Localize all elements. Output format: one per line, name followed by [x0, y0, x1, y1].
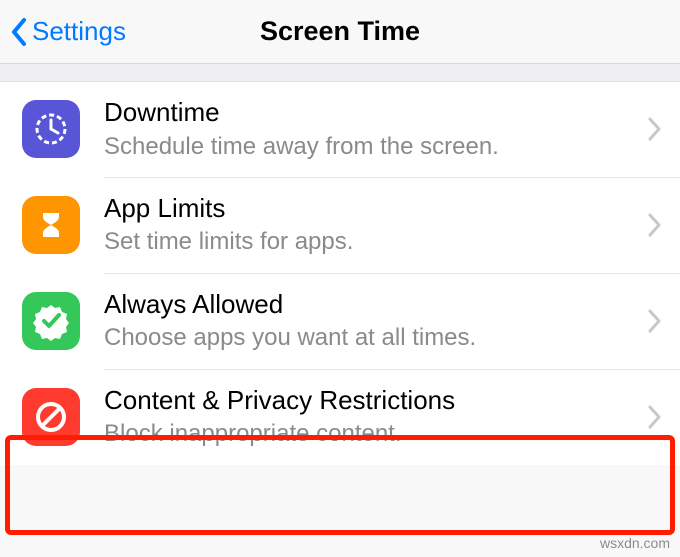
chevron-left-icon — [10, 17, 28, 47]
checkmark-seal-icon — [22, 292, 80, 350]
row-downtime[interactable]: Downtime Schedule time away from the scr… — [0, 82, 680, 177]
navigation-bar: Settings Screen Time — [0, 0, 680, 64]
row-title: Content & Privacy Restrictions — [104, 384, 640, 417]
row-text: Content & Privacy Restrictions Block ina… — [104, 384, 640, 451]
row-content-privacy[interactable]: Content & Privacy Restrictions Block ina… — [0, 370, 680, 465]
row-text: Always Allowed Choose apps you want at a… — [104, 288, 640, 355]
row-subtitle: Choose apps you want at all times. — [104, 322, 640, 354]
row-always-allowed[interactable]: Always Allowed Choose apps you want at a… — [0, 274, 680, 369]
chevron-right-icon — [648, 309, 662, 333]
downtime-icon — [22, 100, 80, 158]
no-sign-icon — [22, 388, 80, 446]
row-title: App Limits — [104, 192, 640, 225]
row-title: Downtime — [104, 96, 640, 129]
row-app-limits[interactable]: App Limits Set time limits for apps. — [0, 178, 680, 273]
watermark: wsxdn.com — [600, 535, 670, 551]
chevron-right-icon — [648, 117, 662, 141]
section-spacer — [0, 64, 680, 82]
back-label: Settings — [32, 16, 126, 47]
chevron-right-icon — [648, 405, 662, 429]
row-subtitle: Block inappropriate content. — [104, 418, 640, 450]
hourglass-icon — [22, 196, 80, 254]
row-text: App Limits Set time limits for apps. — [104, 192, 640, 259]
back-button[interactable]: Settings — [0, 16, 126, 47]
row-text: Downtime Schedule time away from the scr… — [104, 96, 640, 163]
chevron-right-icon — [648, 213, 662, 237]
row-subtitle: Schedule time away from the screen. — [104, 131, 640, 163]
row-title: Always Allowed — [104, 288, 640, 321]
row-subtitle: Set time limits for apps. — [104, 226, 640, 258]
settings-list: Downtime Schedule time away from the scr… — [0, 82, 680, 465]
